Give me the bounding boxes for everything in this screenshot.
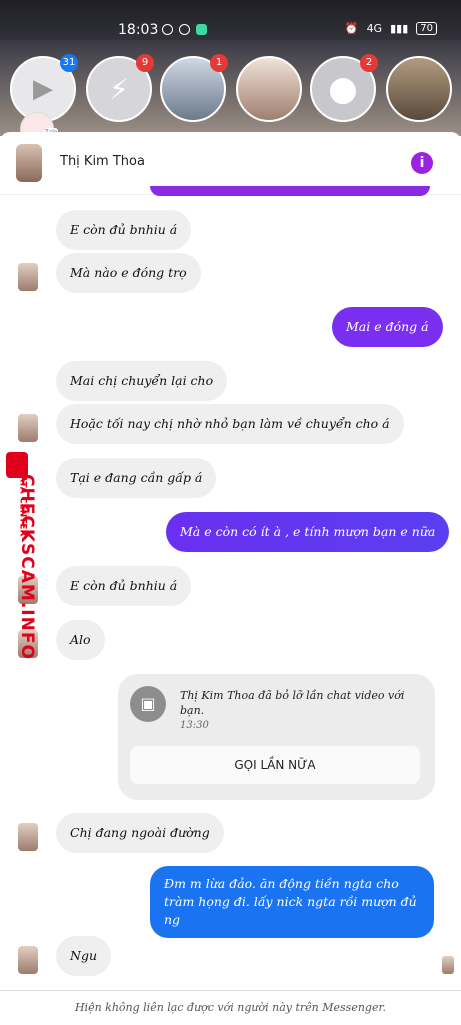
badge-count: 31	[60, 54, 78, 72]
missed-call-text: Thị Kim Thoa đã bỏ lỡ lần chat video với…	[180, 689, 405, 717]
outgoing-bubble-partial	[150, 186, 430, 196]
contact-avatar[interactable]	[16, 144, 42, 182]
watermark: DATA CENTER CHECKSCAM.INFO	[4, 452, 48, 672]
notification-icons	[162, 24, 207, 35]
facebook-icon	[162, 24, 173, 35]
contact-avatar-small	[18, 823, 38, 851]
alarm-icon: ⏰	[344, 22, 359, 35]
messenger-icon	[179, 24, 190, 35]
message-incoming: Tại e đang cần gấp á	[56, 458, 217, 498]
chathead-user-4[interactable]	[386, 56, 452, 122]
chathead-user-2[interactable]	[236, 56, 302, 122]
message-incoming: E còn đủ bnhiu á	[56, 566, 192, 606]
message-incoming: Ngu	[56, 936, 111, 976]
call-again-button[interactable]: GỌI LẦN NỮA	[130, 746, 420, 784]
clock: 18:03	[118, 22, 159, 38]
message-incoming: Chị đang ngoài đường	[56, 813, 224, 853]
system-icons: ⏰ 4G ▮▮▮ 70	[345, 22, 437, 35]
message-incoming: Mà nào e đóng trọ	[56, 253, 201, 293]
chathead-user-3[interactable]: ● 2	[310, 54, 378, 122]
contact-avatar-small	[18, 414, 38, 442]
contact-avatar-small	[18, 263, 38, 291]
message-incoming: Mai chị chuyển lại cho	[56, 361, 228, 401]
read-receipt-avatar	[442, 956, 454, 974]
chathead-user-1[interactable]: 1	[160, 54, 228, 122]
badge-count: 2	[360, 54, 378, 72]
chathead-app[interactable]: ▶ 31	[10, 54, 78, 122]
badge-count: 1	[210, 54, 228, 72]
missed-call-time: 13:30	[180, 720, 209, 731]
chat-heads-bar: ▶ 31 ⚡ 9 1 ● 2	[0, 40, 461, 136]
avatar	[238, 58, 300, 120]
contact-avatar-small	[18, 946, 38, 974]
avatar	[388, 58, 450, 120]
message-outgoing: Mà e còn có ít à , e tính mượn bạn e nữa	[166, 512, 450, 552]
unavailable-notice: Hiện không liên lạc được với người này t…	[0, 990, 461, 1025]
message-outgoing: Mai e đóng á	[332, 307, 443, 347]
chathead-messenger[interactable]: ⚡ 9	[86, 54, 154, 122]
contact-name[interactable]: Thị Kim Thoa	[60, 154, 145, 169]
message-incoming: E còn đủ bnhiu á	[56, 210, 192, 250]
badge-count: 9	[136, 54, 154, 72]
message-outgoing: Đm m lừa đảo. ăn động tiền ngta cho tràm…	[150, 866, 434, 938]
app-icon	[196, 24, 207, 35]
video-call-missed-icon: ▣	[130, 686, 166, 722]
battery-icon: 70	[416, 22, 437, 35]
watermark-brand: CHECKSCAM.INFO	[16, 474, 37, 660]
network-label: 4G	[366, 22, 383, 35]
info-button[interactable]: i	[411, 152, 433, 174]
signal-icon: ▮▮▮	[390, 22, 409, 35]
message-incoming: Alo	[56, 620, 105, 660]
missed-call-card: ▣ Thị Kim Thoa đã bỏ lỡ lần chat video v…	[118, 674, 435, 800]
message-incoming: Hoặc tối nay chị nhờ nhỏ bạn làm về chuy…	[56, 404, 404, 444]
